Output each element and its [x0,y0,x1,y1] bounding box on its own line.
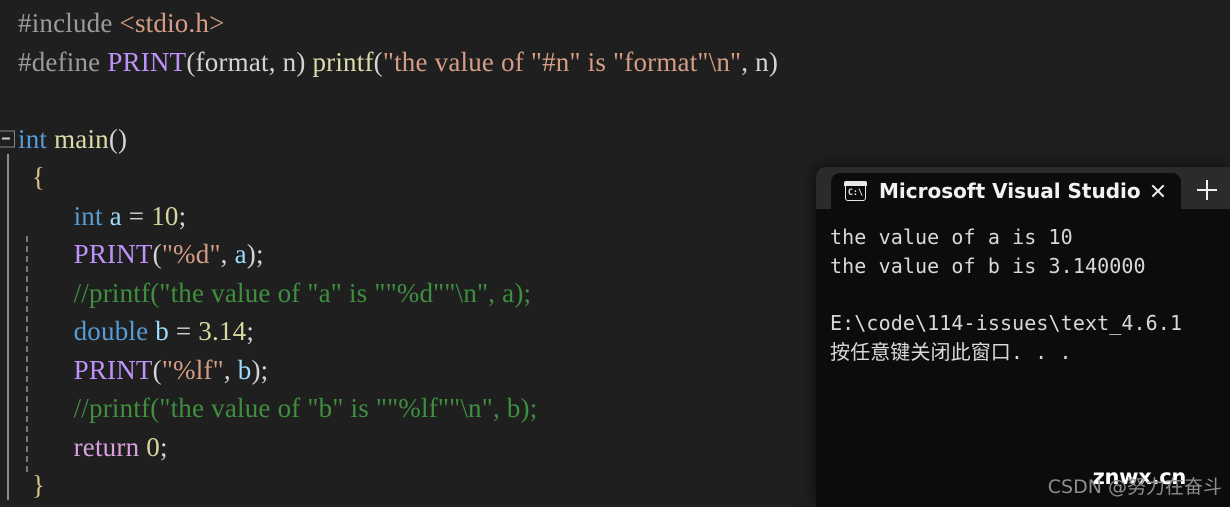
code-token: int [73,200,110,231]
code-token: return [73,431,147,462]
code-token: , [223,354,238,385]
code-token: main [54,123,109,154]
csdn-watermark: CSDN @努力在奋斗 [1047,476,1222,498]
console-output-line: the value of b is 3.140000 [830,254,1146,278]
code-token: "%d" [161,239,221,269]
code-token: //printf("the value of "a" is ""%d""\n",… [73,277,532,308]
collapse-minus-icon[interactable] [0,130,15,148]
code-token: #define [18,46,108,77]
code-token: } [31,470,46,500]
code-token: 10 [151,200,179,231]
code-token: format, n [195,46,297,77]
code-token: <stdio.h> [119,8,225,38]
close-icon[interactable] [1141,174,1175,208]
code-token: a [109,200,122,231]
code-token: ( [373,46,383,77]
code-token: ; [178,200,187,231]
code-token: , [741,46,756,77]
console-tab-title: Microsoft Visual Studio [879,179,1141,203]
code-token: a [234,239,247,269]
code-token: ; [246,316,255,346]
code-token: ) [296,46,313,77]
code-token: double [73,316,156,346]
code-token: #include [18,8,120,38]
line-blank-1[interactable] [0,81,1230,120]
cmd-console-icon [844,180,867,201]
console-titlebar[interactable]: Microsoft Visual Studio [816,167,1230,209]
code-token: b [155,316,169,346]
code-token: = [121,200,152,231]
code-token: PRINT [107,46,187,77]
code-token: ); [246,239,264,269]
console-window[interactable]: Microsoft Visual Studio the value of a i… [816,167,1230,507]
code-token: ( [152,354,162,385]
code-token: b [237,354,252,385]
code-token: = [168,316,199,346]
code-token: PRINT [73,239,153,269]
line-define[interactable]: #define PRINT(format, n) printf("the val… [0,43,1230,82]
console-output-area[interactable]: the value of a is 10 the value of b is 3.… [816,209,1230,507]
line-main[interactable]: int main() [0,120,1230,159]
new-tab-plus-icon[interactable] [1190,173,1224,207]
code-token: { [31,162,46,192]
code-token: () [108,123,128,154]
line-include[interactable]: #include <stdio.h> [0,4,1230,43]
console-tab-active[interactable]: Microsoft Visual Studio [831,173,1181,209]
code-token: "%lf" [161,354,224,385]
code-token: printf [312,46,374,77]
code-token: PRINT [73,354,153,385]
code-token: n [755,46,769,77]
code-token: ); [251,354,269,385]
code-token: ( [152,239,162,269]
console-output-line: E:\code\114-issues\text_4.6.1 [830,311,1183,335]
code-token: 0 [146,431,160,462]
console-output-line: the value of a is 10 [830,225,1073,249]
code-token: //printf("the value of "b" is ""%lf""\n"… [73,393,538,423]
code-token: ( [186,46,196,77]
code-token: int [18,123,55,154]
console-output-line: 按任意键关闭此窗口. . . [830,340,1072,364]
code-token: ) [768,46,779,77]
code-token: ; [159,431,168,462]
code-token: 3.14 [198,316,247,346]
code-token: , [220,239,235,269]
code-token: "the value of "#n" is "format"\n" [382,46,742,77]
